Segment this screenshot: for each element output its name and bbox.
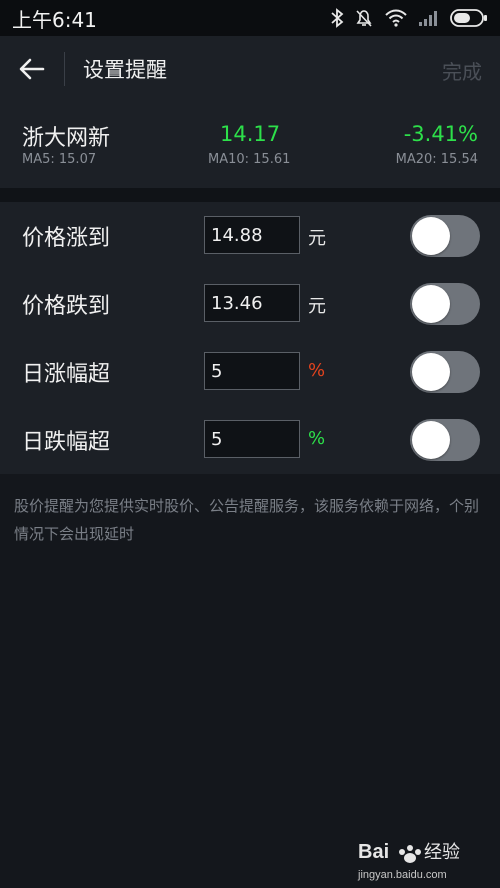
alert-unit: %: [308, 360, 326, 381]
alert-label: 日跌幅超: [22, 430, 111, 455]
status-time: 上午6:41: [12, 7, 97, 32]
alert-unit: %: [308, 428, 326, 449]
watermark-url: jingyan.baidu.com: [357, 869, 447, 881]
ma5-value: MA5: 15.07: [22, 152, 97, 167]
status-icons: [330, 8, 488, 28]
toggle-knob: [412, 217, 450, 255]
section-gap: [0, 188, 500, 202]
price-up-input[interactable]: [204, 216, 300, 254]
logo-text-bai: Bai: [358, 841, 389, 863]
daily-rise-input[interactable]: [204, 352, 300, 390]
alarm-off-icon: [354, 8, 374, 28]
price-down-input[interactable]: [204, 284, 300, 322]
logo-text-jingyan: 经验: [424, 842, 460, 863]
header-divider: [64, 52, 65, 86]
toggle-knob: [412, 285, 450, 323]
alert-unit: 元: [308, 296, 326, 317]
alert-unit: 元: [308, 228, 326, 249]
battery-icon: [450, 8, 488, 28]
app-header: 设置提醒 完成: [0, 36, 500, 102]
alert-settings: 价格涨到 元 价格跌到 元 日涨幅超 % 日跌幅超 %: [0, 202, 500, 474]
daily-fall-toggle[interactable]: [410, 419, 480, 461]
daily-rise-toggle[interactable]: [410, 351, 480, 393]
stock-price: 14.17: [220, 122, 281, 146]
alert-row-daily-fall: 日跌幅超 %: [0, 406, 500, 474]
ma20-value: MA20: 15.54: [395, 152, 478, 167]
wifi-icon: [384, 9, 408, 27]
signal-icon: [418, 9, 440, 27]
alert-label: 价格跌到: [22, 294, 111, 319]
back-arrow-icon: [19, 58, 45, 80]
alert-row-price-down: 价格跌到 元: [0, 270, 500, 338]
paw-icon: [399, 845, 421, 863]
status-bar: 上午6:41: [0, 0, 500, 36]
alert-label: 日涨幅超: [22, 362, 111, 387]
alert-row-price-up: 价格涨到 元: [0, 202, 500, 270]
toggle-knob: [412, 421, 450, 459]
done-button[interactable]: 完成: [442, 56, 482, 85]
stock-name: 浙大网新: [22, 126, 111, 151]
price-up-toggle[interactable]: [410, 215, 480, 257]
ma10-value: MA10: 15.61: [208, 152, 291, 167]
back-button[interactable]: [0, 36, 64, 102]
baidu-jingyan-watermark: Bai 经验 jingyan.baidu.com: [354, 834, 484, 882]
daily-fall-input[interactable]: [204, 420, 300, 458]
page-title: 设置提醒: [83, 58, 167, 82]
stock-change: -3.41%: [403, 122, 478, 146]
alert-row-daily-rise: 日涨幅超 %: [0, 338, 500, 406]
stock-quote-panel: 浙大网新 14.17 -3.41% MA5: 15.07 MA10: 15.61…: [0, 102, 500, 188]
service-note: 股价提醒为您提供实时股价、公告提醒服务，该服务依赖于网络，个别情况下会出现延时: [14, 497, 480, 543]
alert-label: 价格涨到: [22, 226, 111, 251]
bluetooth-icon: [330, 8, 344, 28]
price-down-toggle[interactable]: [410, 283, 480, 325]
toggle-knob: [412, 353, 450, 391]
